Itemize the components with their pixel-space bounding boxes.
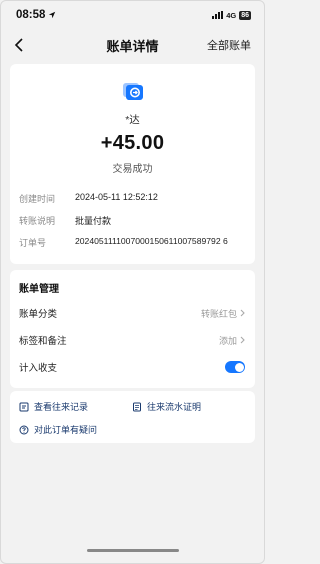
include-in-stats-row: 计入收支 — [19, 357, 245, 377]
tags-notes-row[interactable]: 标签和备注 添加 — [19, 330, 245, 350]
link-label: 对此订单有疑问 — [34, 425, 98, 435]
back-arrow-icon[interactable] — [14, 38, 24, 52]
detail-value: 2024051111007000150611007589792 6 — [75, 236, 228, 246]
detail-row-note: 转账说明 批量付款 — [19, 214, 247, 227]
battery-icon: 86 — [239, 10, 251, 20]
all-bills-link[interactable]: 全部账单 — [207, 37, 251, 53]
transaction-status: 交易成功 — [112, 164, 153, 175]
transaction-summary-card: *达 +45.00 交易成功 创建时间 2024-05-11 12:52:12 … — [10, 64, 255, 264]
document-icon — [133, 402, 141, 411]
help-circle-icon — [19, 425, 29, 434]
transaction-proof-link[interactable]: 往来流水证明 — [132, 400, 201, 413]
status-bar: 08:58 4G 86 — [0, 0, 265, 30]
status-indicators: 4G 86 — [212, 10, 251, 20]
network-type: 4G — [226, 10, 237, 20]
order-question-link[interactable]: 对此订单有疑问 — [19, 423, 97, 436]
payee-name: *达 — [125, 114, 140, 126]
detail-row-created: 创建时间 2024-05-11 12:52:12 — [19, 192, 247, 205]
bill-category-row[interactable]: 账单分类 转账红包 — [19, 303, 245, 323]
detail-value: 批量付款 — [75, 216, 112, 226]
detail-label: 转账说明 — [19, 216, 56, 226]
nav-bar: 账单详情 全部账单 — [0, 30, 265, 60]
row-label: 计入收支 — [19, 363, 58, 374]
row-value: 添加 — [218, 335, 237, 346]
detail-value: 2024-05-11 12:52:12 — [75, 192, 158, 202]
chevron-right-icon — [240, 309, 245, 317]
detail-label: 订单号 — [19, 238, 47, 248]
related-links-card: 查看往来记录 往来流水证明 对此订单有疑问 — [10, 391, 255, 443]
location-arrow-icon — [49, 11, 56, 19]
row-value: 转账红包 — [200, 308, 237, 319]
view-history-link[interactable]: 查看往来记录 — [19, 400, 88, 413]
record-icon — [19, 402, 29, 411]
include-in-stats-toggle[interactable] — [225, 361, 245, 373]
transaction-amount: +45.00 — [100, 132, 165, 154]
chevron-right-icon — [240, 336, 245, 344]
link-label: 查看往来记录 — [34, 402, 89, 412]
detail-row-order-id: 订单号 2024051111007000150611007589792 6 — [19, 236, 247, 249]
bill-management-card: 账单管理 账单分类 转账红包 标签和备注 添加 计入收支 — [10, 270, 255, 388]
section-title: 账单管理 — [19, 284, 59, 295]
status-time: 08:58 — [16, 9, 56, 21]
row-label: 账单分类 — [19, 309, 58, 320]
link-label: 往来流水证明 — [147, 402, 202, 412]
signal-icon — [212, 11, 224, 19]
transfer-icon — [122, 83, 143, 100]
page-title: 账单详情 — [106, 38, 159, 54]
row-label: 标签和备注 — [19, 336, 67, 347]
detail-label: 创建时间 — [19, 194, 56, 204]
home-indicator[interactable] — [86, 549, 179, 552]
